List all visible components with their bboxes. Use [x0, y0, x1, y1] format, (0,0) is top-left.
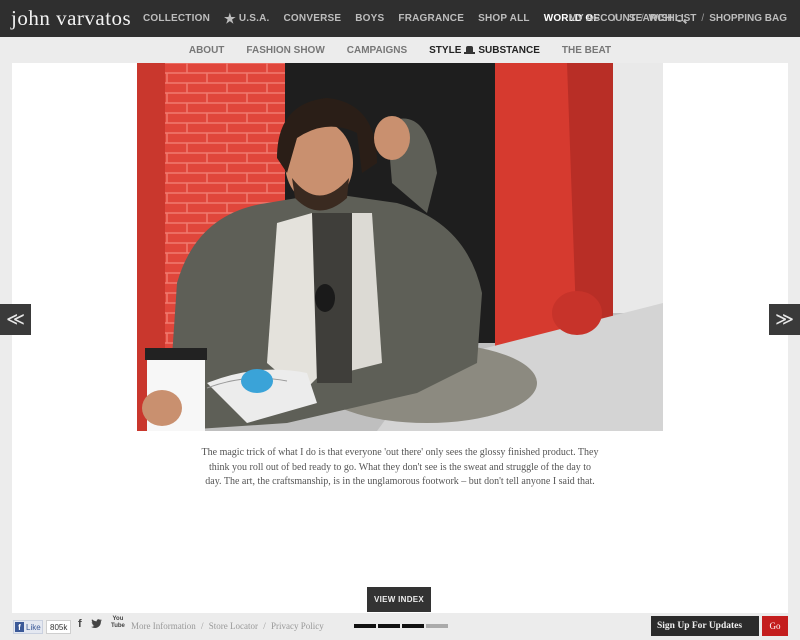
pager-dot[interactable]	[402, 624, 424, 628]
nav-collection[interactable]: COLLECTION	[143, 13, 210, 24]
previous-slide-button[interactable]: ≪	[0, 304, 31, 335]
sub-navigation: ABOUT FASHION SHOW CAMPAIGNS STYLE SUBST…	[0, 37, 800, 63]
next-slide-button[interactable]: ≫	[769, 304, 800, 335]
photo-illustration	[137, 63, 663, 431]
facebook-logo-icon: f	[15, 622, 24, 632]
subnav-the-beat[interactable]: THE BEAT	[562, 45, 611, 56]
nav-boys[interactable]: BOYS	[355, 13, 384, 24]
slide-quote: The magic trick of what I do is that eve…	[201, 447, 599, 487]
brand-logo[interactable]: john varvatos	[11, 6, 131, 31]
nav-usa[interactable]: ★ U.S.A.	[224, 11, 270, 27]
slide-pager	[354, 624, 450, 628]
more-information-link[interactable]: More Information	[131, 621, 196, 631]
pager-dot[interactable]	[354, 624, 376, 628]
subnav-campaigns[interactable]: CAMPAIGNS	[347, 45, 407, 56]
nav-shop-all[interactable]: SHOP ALL	[478, 13, 530, 24]
nav-fragrance[interactable]: FRAGRANCE	[398, 13, 464, 24]
shopping-bag-link[interactable]: SHOPPING BAG	[709, 13, 787, 24]
facebook-like-count: 805k	[46, 620, 72, 634]
account-links: MY ACCOUNT / WISHLIST / SHOPPING BAG	[568, 13, 787, 24]
slideshow-photo	[137, 63, 663, 431]
top-navigation-bar: john varvatos COLLECTION ★ U.S.A. CONVERS…	[0, 0, 800, 37]
twitter-icon[interactable]	[91, 619, 102, 632]
facebook-like-button[interactable]: f Like	[13, 620, 43, 634]
subnav-fashion-show[interactable]: FASHION SHOW	[246, 45, 324, 56]
nav-converse[interactable]: CONVERSE	[284, 13, 342, 24]
youtube-icon[interactable]: You Tube	[111, 616, 125, 630]
pager-dot[interactable]	[378, 624, 400, 628]
privacy-policy-link[interactable]: Privacy Policy	[271, 621, 324, 631]
footer: f Like 805k f You Tube More Information …	[0, 613, 800, 640]
store-locator-link[interactable]: Store Locator	[209, 621, 258, 631]
subnav-about[interactable]: ABOUT	[189, 45, 225, 56]
facebook-icon[interactable]: f	[78, 618, 82, 630]
signup-go-button[interactable]: Go	[762, 616, 788, 636]
top-hat-icon	[464, 46, 476, 54]
pager-dot[interactable]	[426, 624, 448, 628]
star-icon: ★	[224, 10, 236, 26]
double-chevron-left-icon: ≪	[6, 309, 25, 330]
my-account-link[interactable]: MY ACCOUNT	[569, 13, 636, 24]
view-index-button[interactable]: VIEW INDEX	[367, 587, 431, 612]
wishlist-link[interactable]: WISHLIST	[649, 13, 697, 24]
footer-links: More Information / Store Locator / Priva…	[131, 621, 324, 631]
double-chevron-right-icon: ≫	[775, 309, 794, 330]
subnav-style-substance[interactable]: STYLE SUBSTANCE	[429, 45, 540, 56]
signup-updates-field[interactable]: Sign Up For Updates	[651, 616, 759, 636]
